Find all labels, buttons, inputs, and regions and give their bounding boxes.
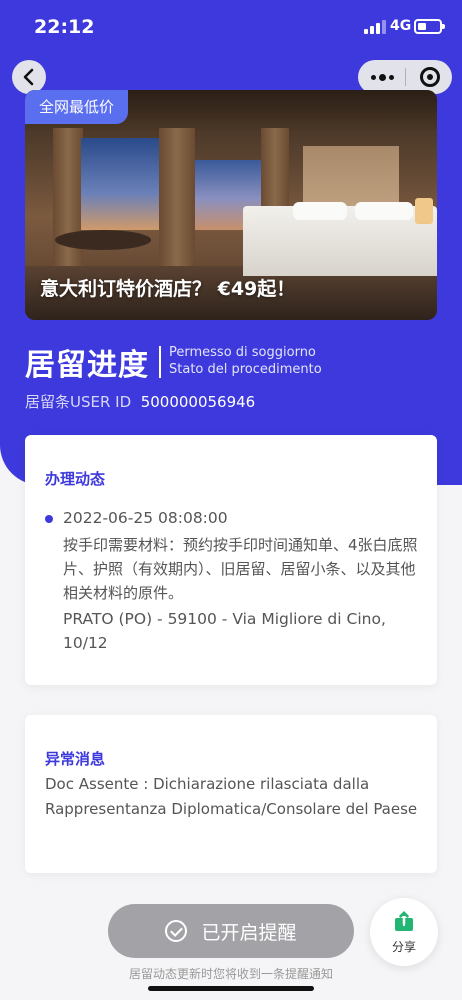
- status-time: 22:12: [34, 16, 95, 38]
- network-label: 4G: [390, 18, 412, 34]
- check-circle-icon: [165, 920, 188, 942]
- user-id-row: 居留条USER ID 500000056946: [25, 391, 255, 412]
- event-datetime: 2022-06-25 08:08:00: [63, 509, 228, 527]
- banner-image-table: [55, 230, 151, 250]
- page-subtitle-italian: Permesso di soggiorno: [169, 345, 316, 360]
- more-dots-icon[interactable]: [370, 68, 394, 86]
- share-button[interactable]: 分享: [370, 898, 438, 966]
- event-address: PRATO (PO) - 59100 - Via Migliore di Cin…: [63, 610, 386, 652]
- share-label: 分享: [391, 940, 416, 954]
- reminder-label: 已开启提醒: [201, 921, 297, 944]
- reminder-note: 居留动态更新时您将收到一条提醒通知: [128, 967, 333, 981]
- home-indicator: [148, 986, 314, 991]
- abnormal-card-title: 异常消息: [45, 750, 106, 768]
- target-circle-icon[interactable]: [420, 67, 440, 87]
- timeline-dot: [45, 515, 53, 523]
- banner-image-pillow: [355, 202, 413, 220]
- mini-program-capsule: [358, 60, 452, 94]
- page-subtitle-status: Stato del procedimento: [169, 362, 322, 377]
- back-button[interactable]: [12, 60, 46, 94]
- page-title: 居留进度: [25, 348, 149, 383]
- banner-image-curtain: [159, 128, 195, 268]
- status-bar: 22:12 4G: [0, 0, 462, 56]
- banner-image-window: [81, 138, 159, 230]
- event-description: 按手印需要材料：预约按手印时间通知单、4张白底照片、护照（有效期内）、旧居留、居…: [63, 536, 418, 602]
- abnormal-message: Doc Assente : Dichiarazione rilasciata d…: [45, 775, 418, 818]
- abnormal-message-card: 异常消息 Doc Assente : Dichiarazione rilasci…: [25, 715, 437, 873]
- title-divider: [159, 346, 161, 378]
- banner-image-pillow: [293, 202, 347, 220]
- signal-icon: [364, 20, 386, 34]
- chevron-left-icon: [23, 68, 34, 86]
- banner-image-lamp: [415, 198, 433, 224]
- lowest-price-tag: 全网最低价: [25, 90, 129, 124]
- battery-icon: [414, 19, 445, 34]
- user-id-label: 居留条USER ID: [25, 393, 132, 411]
- capsule-divider: [405, 68, 406, 86]
- share-icon: [395, 911, 413, 931]
- banner-text[interactable]: 意大利订特价酒店？ €49起！: [40, 274, 295, 301]
- user-id-value: 500000056946: [140, 393, 256, 411]
- progress-card-title: 办理动态: [45, 470, 106, 488]
- reminder-enabled-button[interactable]: 已开启提醒: [108, 904, 354, 958]
- progress-card: 办理动态 2022-06-25 08:08:00 按手印需要材料：预约按手印时间…: [25, 435, 437, 685]
